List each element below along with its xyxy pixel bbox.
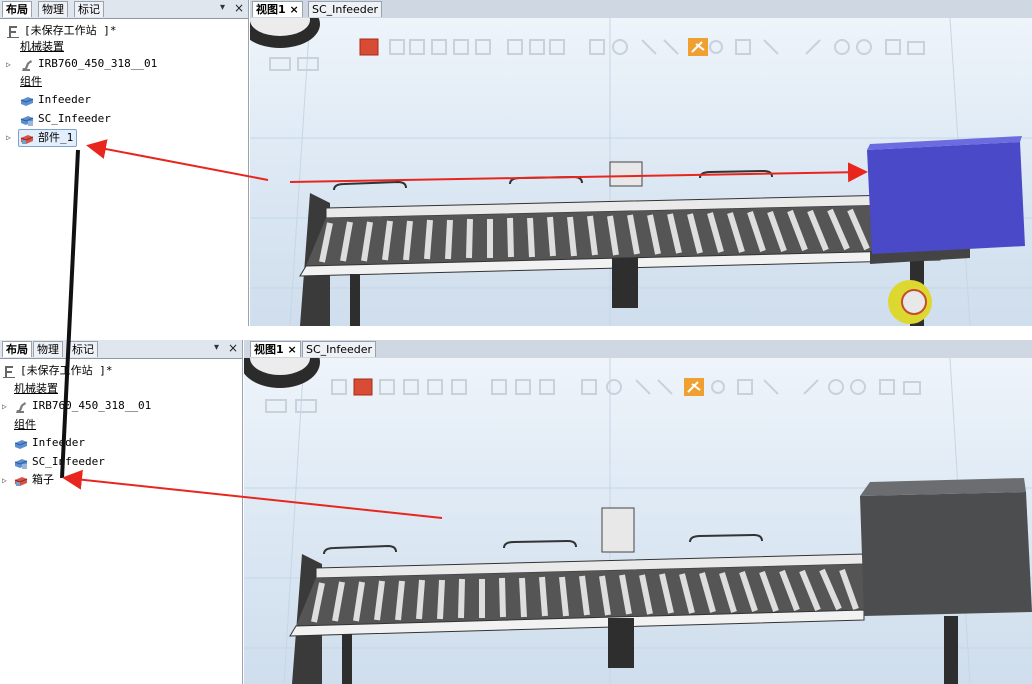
robot-icon — [14, 400, 28, 413]
expand-icon[interactable]: ▷ — [6, 60, 11, 69]
view-tabbar: 视图1 × SC_Infeeder — [250, 0, 1032, 19]
view-panel: 视图1 × SC_Infeeder — [250, 0, 1032, 326]
layout-tabbar: 布局 物理 标记 ▾ × — [0, 340, 242, 359]
layout-panel: 布局 物理 标记 ▾ × [未保存工作站 ]* 机械装置 ▷ IRB760_45… — [0, 340, 243, 684]
tree-robot[interactable]: IRB760_450_318__01 — [20, 56, 157, 72]
tree-item-sc-infeeder[interactable]: SC_Infeeder — [14, 454, 105, 470]
tab-view1[interactable]: 视图1 × — [250, 341, 301, 357]
tab-sc-infeeder[interactable]: SC_Infeeder — [308, 1, 383, 17]
component-icon — [14, 437, 28, 450]
layout-tabbar: 布局 物理 标记 ▾ × — [0, 0, 248, 19]
tab-view1[interactable]: 视图1 × — [252, 1, 303, 17]
pin-icon[interactable]: ▾ — [214, 342, 219, 353]
3d-viewport[interactable] — [250, 18, 1032, 326]
tab-layout[interactable]: 布局 — [2, 1, 32, 17]
3d-viewport[interactable] — [244, 358, 1032, 684]
tree-item-label: 部件_1 — [38, 131, 74, 144]
layout-tree: [未保存工作站 ]* 机械装置 ▷ IRB760_450_318__01 组件 … — [0, 360, 242, 684]
tree-item-label: SC_Infeeder — [32, 455, 105, 468]
component-icon — [14, 456, 28, 469]
tree-station[interactable]: [未保存工作站 ]* — [6, 23, 117, 39]
part-highlight-icon — [353, 378, 373, 396]
close-icon[interactable]: × — [289, 2, 298, 18]
station-icon — [6, 25, 20, 38]
tree-components-header: 组件 — [20, 75, 42, 88]
robot-label: IRB760_450_318__01 — [38, 57, 158, 70]
station-icon — [2, 365, 16, 378]
bottom-screenshot: 布局 物理 标记 ▾ × [未保存工作站 ]* 机械装置 ▷ IRB760_45… — [0, 340, 1032, 684]
pin-icon[interactable]: ▾ — [220, 2, 225, 13]
expand-icon[interactable]: ▷ — [2, 402, 7, 411]
tree-components-header: 组件 — [14, 418, 36, 431]
top-screenshot: 布局 物理 标记 ▾ × [未保存工作站 ]* 机械装置 ▷ IRB760_45… — [0, 0, 1032, 326]
component-icon — [20, 113, 34, 126]
tab-layout[interactable]: 布局 — [2, 341, 32, 357]
layout-panel: 布局 物理 标记 ▾ × [未保存工作站 ]* 机械装置 ▷ IRB760_45… — [0, 0, 249, 326]
scene-drawing — [244, 358, 1032, 684]
view-panel: 视图1 × SC_Infeeder — [244, 340, 1032, 684]
robot-label: IRB760_450_318__01 — [32, 399, 152, 412]
tree-item-box[interactable]: 箱子 — [14, 472, 54, 488]
tree-item-label: Infeeder — [38, 93, 91, 106]
scene-drawing — [250, 18, 1032, 326]
robot-icon — [20, 58, 34, 71]
station-label: [未保存工作站 ]* — [24, 24, 117, 37]
layout-tree: [未保存工作站 ]* 机械装置 ▷ IRB760_450_318__01 组件 … — [0, 20, 248, 326]
tree-item-part[interactable]: 部件_1 — [18, 129, 78, 147]
tree-station[interactable]: [未保存工作站 ]* — [2, 363, 113, 379]
tab-sc-infeeder[interactable]: SC_Infeeder — [302, 341, 377, 357]
tree-item-sc-infeeder[interactable]: SC_Infeeder — [20, 111, 111, 127]
tree-item-infeeder[interactable]: Infeeder — [14, 435, 85, 451]
tree-mechanisms-header: 机械装置 — [20, 40, 64, 53]
tree-item-label: Infeeder — [32, 436, 85, 449]
part-highlight-icon — [359, 38, 379, 56]
tree-item-label: 箱子 — [32, 473, 54, 486]
expand-icon[interactable]: ▷ — [6, 133, 11, 142]
close-icon[interactable]: × — [287, 342, 296, 358]
box — [860, 478, 1032, 616]
component-icon — [20, 94, 34, 107]
tab-physics[interactable]: 物理 — [38, 1, 68, 17]
part-box — [867, 136, 1025, 254]
tab-tags[interactable]: 标记 — [68, 341, 98, 357]
part-icon — [14, 474, 28, 487]
tab-tags[interactable]: 标记 — [74, 1, 104, 17]
conveyor — [289, 507, 958, 684]
tree-item-label: SC_Infeeder — [38, 112, 111, 125]
close-icon[interactable]: × — [228, 341, 238, 355]
close-icon[interactable]: × — [234, 1, 244, 15]
tab-physics[interactable]: 物理 — [33, 341, 63, 357]
tree-mechanisms-header: 机械装置 — [14, 382, 58, 395]
tree-robot[interactable]: IRB760_450_318__01 — [14, 398, 151, 414]
part-icon — [20, 132, 34, 145]
view-tabbar: 视图1 × SC_Infeeder — [244, 340, 1032, 359]
tree-item-infeeder[interactable]: Infeeder — [20, 92, 91, 108]
expand-icon[interactable]: ▷ — [2, 476, 7, 485]
station-label: [未保存工作站 ]* — [20, 364, 113, 377]
